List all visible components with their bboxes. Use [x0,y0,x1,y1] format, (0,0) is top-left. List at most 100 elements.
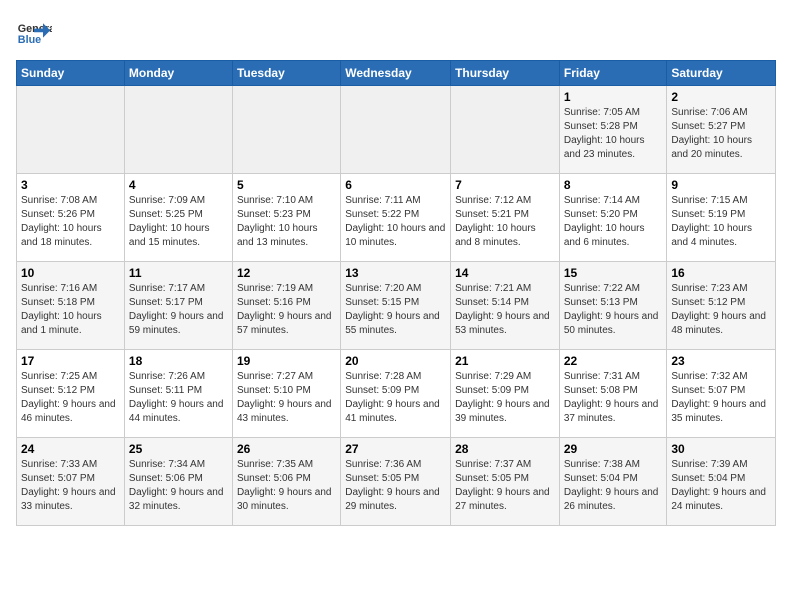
day-number: 9 [671,178,771,192]
calendar-cell: 6Sunrise: 7:11 AM Sunset: 5:22 PM Daylig… [341,174,451,262]
day-number: 25 [129,442,228,456]
logo-icon: General Blue [16,16,52,52]
calendar-cell [124,86,232,174]
day-number: 28 [455,442,555,456]
calendar-cell: 2 Sunrise: 7:06 AM Sunset: 5:27 PM Daylig… [667,86,776,174]
calendar-cell: 23 Sunrise: 7:32 AM Sunset: 5:07 PM Dayli… [667,350,776,438]
day-number: 8 [564,178,663,192]
calendar-cell: 25 Sunrise: 7:34 AM Sunset: 5:06 PM Dayli… [124,438,232,526]
day-info: Sunrise: 7:17 AM Sunset: 5:17 PM Dayligh… [129,282,228,338]
day-info: Sunrise: 7:29 AM Sunset: 5:09 PM Dayligh… [455,370,555,426]
calendar-cell: 29Sunrise: 7:38 AM Sunset: 5:04 PM Dayli… [559,438,667,526]
day-number: 11 [129,266,228,280]
calendar-cell [232,86,340,174]
day-info: Sunrise: 7:27 AM Sunset: 5:10 PM Dayligh… [237,370,336,426]
day-info: Sunrise: 7:26 AM Sunset: 5:11 PM Dayligh… [129,370,228,426]
day-number: 15 [564,266,663,280]
day-number: 4 [129,178,228,192]
calendar-cell: 30 Sunrise: 7:39 AM Sunset: 5:04 PM Dayli… [667,438,776,526]
day-info: Sunrise: 7:34 AM Sunset: 5:06 PM Dayligh… [129,458,228,514]
calendar-cell [341,86,451,174]
day-info: Sunrise: 7:33 AM Sunset: 5:07 PM Dayligh… [21,458,120,514]
calendar-cell: 5Sunrise: 7:10 AM Sunset: 5:23 PM Daylig… [232,174,340,262]
day-number: 6 [345,178,446,192]
day-number: 27 [345,442,446,456]
day-info: Sunrise: 7:25 AM Sunset: 5:12 PM Dayligh… [21,370,120,426]
calendar-cell: 26 Sunrise: 7:35 AM Sunset: 5:06 PM Dayli… [232,438,340,526]
calendar-cell: 15 Sunrise: 7:22 AM Sunset: 5:13 PM Dayli… [559,262,667,350]
calendar-cell [451,86,560,174]
logo: General Blue [16,16,52,52]
day-info: Sunrise: 7:12 AM Sunset: 5:21 PM Dayligh… [455,194,555,250]
day-info: Sunrise: 7:14 AM Sunset: 5:20 PM Dayligh… [564,194,663,250]
day-info: Sunrise: 7:19 AM Sunset: 5:16 PM Dayligh… [237,282,336,338]
calendar-cell: 3 Sunrise: 7:08 AM Sunset: 5:26 PM Daylig… [17,174,125,262]
calendar-cell: 19 Sunrise: 7:27 AM Sunset: 5:10 PM Dayli… [232,350,340,438]
weekday-header-sunday: Sunday [17,61,125,86]
weekday-header-wednesday: Wednesday [341,61,451,86]
day-number: 14 [455,266,555,280]
weekday-header-tuesday: Tuesday [232,61,340,86]
page-header: General Blue [16,16,776,52]
day-number: 24 [21,442,120,456]
day-number: 18 [129,354,228,368]
calendar-cell: 8 Sunrise: 7:14 AM Sunset: 5:20 PM Daylig… [559,174,667,262]
day-info: Sunrise: 7:22 AM Sunset: 5:13 PM Dayligh… [564,282,663,338]
day-info: Sunrise: 7:15 AM Sunset: 5:19 PM Dayligh… [671,194,771,250]
day-number: 22 [564,354,663,368]
calendar-cell: 13 Sunrise: 7:20 AM Sunset: 5:15 PM Dayli… [341,262,451,350]
calendar-table: SundayMondayTuesdayWednesdayThursdayFrid… [16,60,776,526]
day-number: 13 [345,266,446,280]
day-number: 26 [237,442,336,456]
day-number: 17 [21,354,120,368]
calendar-cell: 1 Sunrise: 7:05 AM Sunset: 5:28 PM Daylig… [559,86,667,174]
day-number: 2 [671,90,771,104]
calendar-cell: 24 Sunrise: 7:33 AM Sunset: 5:07 PM Dayli… [17,438,125,526]
calendar-cell: 11 Sunrise: 7:17 AM Sunset: 5:17 PM Dayli… [124,262,232,350]
svg-text:Blue: Blue [18,34,41,46]
day-info: Sunrise: 7:32 AM Sunset: 5:07 PM Dayligh… [671,370,771,426]
calendar-cell: 22 Sunrise: 7:31 AM Sunset: 5:08 PM Dayli… [559,350,667,438]
calendar-cell [17,86,125,174]
day-number: 7 [455,178,555,192]
day-info: Sunrise: 7:23 AM Sunset: 5:12 PM Dayligh… [671,282,771,338]
day-number: 3 [21,178,120,192]
day-info: Sunrise: 7:06 AM Sunset: 5:27 PM Dayligh… [671,106,771,162]
calendar-cell: 12 Sunrise: 7:19 AM Sunset: 5:16 PM Dayli… [232,262,340,350]
day-number: 21 [455,354,555,368]
calendar-cell: 28 Sunrise: 7:37 AM Sunset: 5:05 PM Dayli… [451,438,560,526]
day-number: 1 [564,90,663,104]
day-info: Sunrise: 7:35 AM Sunset: 5:06 PM Dayligh… [237,458,336,514]
day-info: Sunrise: 7:37 AM Sunset: 5:05 PM Dayligh… [455,458,555,514]
day-info: Sunrise: 7:05 AM Sunset: 5:28 PM Dayligh… [564,106,663,162]
day-number: 20 [345,354,446,368]
weekday-header-monday: Monday [124,61,232,86]
calendar-cell: 18 Sunrise: 7:26 AM Sunset: 5:11 PM Dayli… [124,350,232,438]
day-info: Sunrise: 7:08 AM Sunset: 5:26 PM Dayligh… [21,194,120,250]
calendar-cell: 16 Sunrise: 7:23 AM Sunset: 5:12 PM Dayli… [667,262,776,350]
day-number: 23 [671,354,771,368]
day-info: Sunrise: 7:39 AM Sunset: 5:04 PM Dayligh… [671,458,771,514]
calendar-cell: 17 Sunrise: 7:25 AM Sunset: 5:12 PM Dayli… [17,350,125,438]
calendar-cell: 20 Sunrise: 7:28 AM Sunset: 5:09 PM Dayli… [341,350,451,438]
day-number: 19 [237,354,336,368]
day-info: Sunrise: 7:16 AM Sunset: 5:18 PM Dayligh… [21,282,120,338]
weekday-header-thursday: Thursday [451,61,560,86]
calendar-header: SundayMondayTuesdayWednesdayThursdayFrid… [17,61,776,86]
day-number: 12 [237,266,336,280]
weekday-header-saturday: Saturday [667,61,776,86]
calendar-cell: 21 Sunrise: 7:29 AM Sunset: 5:09 PM Dayli… [451,350,560,438]
day-info: Sunrise: 7:21 AM Sunset: 5:14 PM Dayligh… [455,282,555,338]
calendar-cell: 7 Sunrise: 7:12 AM Sunset: 5:21 PM Daylig… [451,174,560,262]
day-info: Sunrise: 7:10 AM Sunset: 5:23 PM Dayligh… [237,194,336,250]
weekday-header-friday: Friday [559,61,667,86]
day-number: 29 [564,442,663,456]
day-number: 30 [671,442,771,456]
calendar-cell: 10 Sunrise: 7:16 AM Sunset: 5:18 PM Dayli… [17,262,125,350]
day-info: Sunrise: 7:28 AM Sunset: 5:09 PM Dayligh… [345,370,446,426]
day-number: 10 [21,266,120,280]
day-info: Sunrise: 7:36 AM Sunset: 5:05 PM Dayligh… [345,458,446,514]
day-number: 16 [671,266,771,280]
day-info: Sunrise: 7:31 AM Sunset: 5:08 PM Dayligh… [564,370,663,426]
day-info: Sunrise: 7:20 AM Sunset: 5:15 PM Dayligh… [345,282,446,338]
